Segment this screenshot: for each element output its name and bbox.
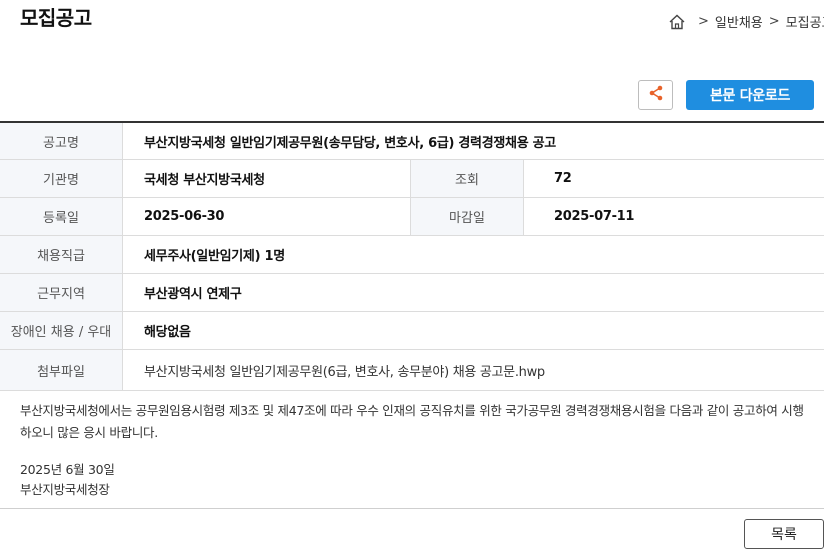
label-title: 공고명 [0, 123, 123, 159]
list-button[interactable]: 목록 [744, 519, 824, 549]
table-row: 등록일 2025-06-30 마감일 2025-07-11 [0, 198, 824, 236]
value-registered: 2025-06-30 [123, 198, 411, 235]
label-registered: 등록일 [0, 198, 123, 235]
breadcrumb-separator: > [698, 14, 709, 29]
label-views: 조회 [411, 160, 524, 197]
value-organization: 국세청 부산지방국세청 [123, 160, 411, 197]
value-disabled-preference: 해당없음 [144, 325, 191, 340]
posting-date: 2025년 6월 30일 [20, 462, 115, 477]
table-row: 공고명 부산지방국세청 일반임기제공무원(송무담당, 변호사, 6급) 경력경쟁… [0, 123, 824, 160]
posting-signer: 부산지방국세청장 [20, 482, 110, 497]
value-title: 부산지방국세청 일반임기제공무원(송무담당, 변호사, 6급) 경력경쟁채용 공… [144, 135, 556, 151]
value-region: 부산광역시 연제구 [144, 287, 242, 302]
value-rank: 세무주사(일반임기제) 1명 [144, 249, 285, 264]
label-organization: 기관명 [0, 160, 123, 197]
table-row: 첨부파일 부산지방국세청 일반임기제공무원(6급, 변호사, 송무분야) 채용 … [0, 350, 824, 391]
breadcrumb-item-recruitment[interactable]: 모집공고 [786, 12, 824, 31]
posting-body-paragraph: 부산지방국세청에서는 공무원임용시험령 제3조 및 제47조에 따라 우수 인재… [20, 403, 804, 440]
posting-info-table: 공고명 부산지방국세청 일반임기제공무원(송무담당, 변호사, 6급) 경력경쟁… [0, 121, 824, 391]
value-views: 72 [554, 171, 572, 186]
value-deadline: 2025-07-11 [554, 209, 635, 224]
download-body-button[interactable]: 본문 다운로드 [686, 80, 814, 110]
breadcrumb-separator: > [768, 14, 780, 29]
label-rank: 채용직급 [0, 236, 123, 273]
table-row: 채용직급 세무주사(일반임기제) 1명 [0, 236, 824, 274]
breadcrumb-item-general-hiring[interactable]: 일반채용 [715, 12, 763, 31]
share-button[interactable] [638, 80, 673, 110]
page-title: 모집공고 [20, 6, 92, 30]
home-icon[interactable] [668, 13, 686, 31]
breadcrumb: > 일반채용 > 모집공고 [668, 12, 824, 31]
table-row: 근무지역 부산광역시 연제구 [0, 274, 824, 312]
label-attachment: 첨부파일 [0, 350, 123, 390]
posting-signature: 2025년 6월 30일 부산지방국세청장 [20, 460, 115, 500]
table-row: 기관명 국세청 부산지방국세청 조회 72 [0, 160, 824, 198]
label-deadline: 마감일 [411, 198, 524, 235]
divider [0, 508, 824, 509]
label-region: 근무지역 [0, 274, 123, 311]
table-row: 장애인 채용 / 우대 해당없음 [0, 312, 824, 350]
label-disabled-preference: 장애인 채용 / 우대 [0, 312, 123, 349]
share-icon [647, 84, 665, 106]
attachment-file-link[interactable]: 부산지방국세청 일반임기제공무원(6급, 변호사, 송무분야) 채용 공고문.h… [123, 350, 824, 390]
